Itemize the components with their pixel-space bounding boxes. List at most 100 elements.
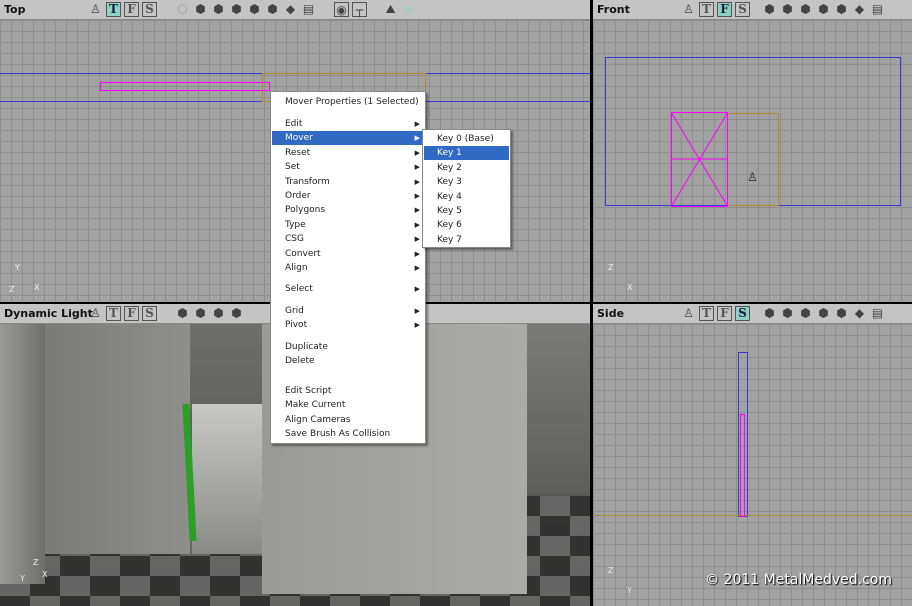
menu-item-make-current[interactable]: Make Current (272, 398, 424, 412)
brush-icon[interactable]: ▤ (870, 306, 885, 321)
menu-item-order[interactable]: Order ▶ (272, 189, 424, 203)
wireframe-icon[interactable]: ⬡ (175, 2, 190, 17)
menu-item-label: Save Brush As Collision (285, 429, 391, 440)
menu-item-label: Key 3 (437, 177, 462, 188)
menu-item-edit-script[interactable]: Edit Script (272, 384, 424, 398)
texture-usage-icon[interactable]: ⬢ (211, 306, 226, 321)
menu-item-key-5[interactable]: Key 5 (424, 204, 509, 218)
lit-icon[interactable]: ⬢ (834, 306, 849, 321)
lit-icon[interactable]: ⬢ (265, 2, 280, 17)
menu-item-polygons[interactable]: Polygons ▶ (272, 203, 424, 217)
view-top-button[interactable]: T (106, 306, 121, 321)
lit-icon[interactable]: ⬢ (834, 2, 849, 17)
menu-item-duplicate[interactable]: Duplicate (272, 340, 424, 354)
dynamic-light-icon[interactable]: ◆ (283, 2, 298, 17)
terrain-icon[interactable]: ⛰ (383, 2, 398, 17)
realtime-icon[interactable]: ◉ (334, 2, 349, 17)
menu-item-label: Key 4 (437, 191, 462, 202)
menu-item-key-7[interactable]: Key 7 (424, 233, 509, 247)
menu-item-label: Align (285, 263, 308, 273)
menu-item-pivot[interactable]: Pivot ▶ (272, 318, 424, 332)
zone-icon[interactable]: ⬢ (780, 2, 795, 17)
brush-icon[interactable]: ▤ (870, 2, 885, 17)
solid-icon[interactable]: ⬢ (247, 2, 262, 17)
solid-icon[interactable]: ⬢ (816, 2, 831, 17)
bsp-icon[interactable]: ⬢ (798, 2, 813, 17)
menu-item-select[interactable]: Select ▶ (272, 282, 424, 296)
solid-icon[interactable]: ⬢ (816, 306, 831, 321)
actor-icon[interactable]: ♙ (681, 2, 696, 17)
actor-icon[interactable]: ♙ (88, 306, 103, 321)
menu-item-label: Key 6 (437, 220, 462, 231)
dynamic-light-icon[interactable]: ◆ (852, 306, 867, 321)
show-grid-icon[interactable]: ≡ (401, 2, 416, 17)
menu-item-type[interactable]: Type ▶ (272, 218, 424, 232)
menu-item-key-6[interactable]: Key 6 (424, 218, 509, 232)
view-side-button[interactable]: S (735, 306, 750, 321)
menu-item-mover-properties-1-selected-[interactable]: Mover Properties (1 Selected) (272, 95, 424, 109)
grid[interactable] (593, 324, 912, 606)
submenu-arrow-icon: ▶ (414, 235, 420, 244)
actor-icon[interactable]: ♙ (681, 306, 696, 321)
bsp-icon[interactable]: ⬢ (229, 2, 244, 17)
menu-item-key-1[interactable]: Key 1 (424, 146, 509, 161)
zone-icon[interactable]: ⬢ (193, 306, 208, 321)
brush-icon[interactable]: ▤ (301, 2, 316, 17)
actor-icon[interactable]: ♙ (88, 2, 103, 17)
mover-submenu[interactable]: Key 0 (Base) Key 1 Key 2 Key 3 Key 4 Key 5 Key… (422, 129, 511, 248)
view-front-button[interactable]: F (124, 2, 139, 17)
dynamic-light-icon[interactable]: ◆ (852, 2, 867, 17)
menu-item-delete[interactable]: Delete (272, 354, 424, 368)
axis-x: X (34, 283, 40, 292)
bsp-icon[interactable]: ⬢ (229, 306, 244, 321)
menu-item-label: Duplicate (285, 342, 328, 352)
menu-item-csg[interactable]: CSG ▶ (272, 232, 424, 246)
wireframe-icon[interactable]: ⬢ (762, 2, 777, 17)
mover-brush[interactable] (100, 82, 270, 91)
menu-item-grid[interactable]: Grid ▶ (272, 304, 424, 318)
light-actor-icon[interactable]: ♙ (747, 170, 758, 184)
view-front-button[interactable]: F (717, 2, 732, 17)
menu-item-convert[interactable]: Convert ▶ (272, 247, 424, 261)
menu-item-reset[interactable]: Reset ▶ (272, 146, 424, 160)
zone-icon[interactable]: ⬢ (193, 2, 208, 17)
menu-item-label: Delete (285, 356, 315, 367)
menu-item-label: Key 7 (437, 234, 462, 245)
axis-z: Z (33, 558, 39, 567)
view-side-button[interactable]: S (735, 2, 750, 17)
view-top-button[interactable]: T (699, 306, 714, 321)
view-front-button[interactable]: F (124, 306, 139, 321)
menu-item-key-2[interactable]: Key 2 (424, 161, 509, 175)
lock-icon[interactable]: ┬ (352, 2, 367, 17)
menu-item-align[interactable]: Align ▶ (272, 261, 424, 275)
menu-item-mover[interactable]: Mover ▶ (272, 131, 424, 146)
wireframe-icon[interactable]: ⬢ (175, 306, 190, 321)
viewport-front[interactable]: Front ♙ T F S ⬢ ⬢ ⬢ ⬢ ⬢ ◆ ▤ ♙ Z X (593, 0, 912, 302)
wireframe-icon[interactable]: ⬢ (762, 306, 777, 321)
submenu-arrow-icon: ▶ (414, 285, 420, 293)
mover-brush[interactable] (671, 112, 728, 207)
zone-icon[interactable]: ⬢ (780, 306, 795, 321)
submenu-arrow-icon: ▶ (414, 206, 420, 215)
view-top-button[interactable]: T (106, 2, 121, 17)
menu-item-key-0-base-[interactable]: Key 0 (Base) (424, 132, 509, 146)
view-front-button[interactable]: F (717, 306, 732, 321)
menu-item-key-3[interactable]: Key 3 (424, 175, 509, 189)
menu-separator (274, 378, 422, 379)
mover-brush[interactable] (740, 414, 745, 517)
texture-usage-icon[interactable]: ⬢ (211, 2, 226, 17)
menu-item-transform[interactable]: Transform ▶ (272, 175, 424, 189)
menu-item-align-cameras[interactable]: Align Cameras (272, 413, 424, 427)
view-side-button[interactable]: S (142, 306, 157, 321)
menu-item-set[interactable]: Set ▶ (272, 160, 424, 174)
menu-item-save-brush-as-collision[interactable]: Save Brush As Collision (272, 427, 424, 441)
context-menu[interactable]: Mover Properties (1 Selected) Edit ▶ Mover ▶… (270, 91, 426, 444)
menu-item-key-4[interactable]: Key 4 (424, 190, 509, 204)
bsp-icon[interactable]: ⬢ (798, 306, 813, 321)
menu-separator (274, 372, 422, 373)
viewport-side[interactable]: Side ♙ T F S ⬢ ⬢ ⬢ ⬢ ⬢ ◆ ▤ Z Y © 2011 Me… (593, 304, 912, 606)
view-top-button[interactable]: T (699, 2, 714, 17)
menu-item-edit[interactable]: Edit ▶ (272, 117, 424, 131)
menu-item-label: Reset (285, 147, 311, 158)
view-side-button[interactable]: S (142, 2, 157, 17)
